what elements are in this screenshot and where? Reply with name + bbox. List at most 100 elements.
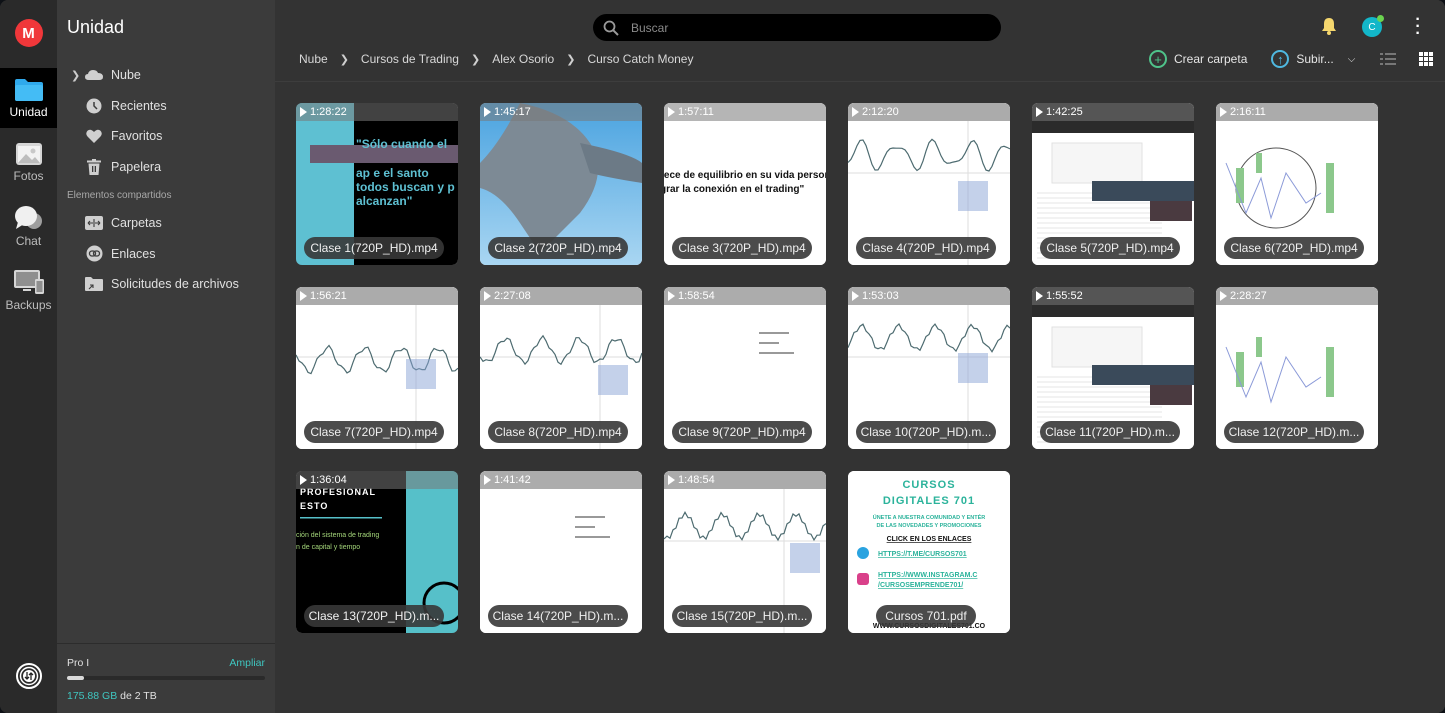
play-icon	[1220, 107, 1227, 117]
svg-text:rece de equilibrio en su vida: rece de equilibrio en su vida person	[664, 170, 826, 181]
file-card[interactable]: 1:48:54 Clase 15(720P_HD).m...	[664, 471, 826, 633]
clock-icon	[86, 98, 102, 114]
file-card[interactable]: CURSOS DIGITALES 701 ÚNETE A NUESTRA COM…	[848, 471, 1010, 633]
file-card[interactable]: 1:55:52 Clase 11(720P_HD).m...	[1032, 287, 1194, 449]
file-card[interactable]: "Sólo cuando el ap e el santo todos busc…	[296, 103, 458, 265]
file-card[interactable]: 2:12:20 Clase 4(720P_HD).mp4	[848, 103, 1010, 265]
file-name: Clase 14(720P_HD).m...	[488, 605, 628, 627]
duration-text: 1:45:17	[494, 106, 531, 118]
rail-item-fotos[interactable]: Fotos	[0, 132, 57, 192]
video-duration: 2:12:20	[848, 103, 1010, 121]
file-name: Clase 12(720P_HD).m...	[1224, 421, 1364, 443]
file-card[interactable]: 2:28:27 Clase 12(720P_HD).m...	[1216, 287, 1378, 449]
file-name: Clase 8(720P_HD).mp4	[488, 421, 628, 443]
svg-text:todos buscan y p: todos buscan y p	[356, 180, 455, 194]
file-card[interactable]: PROFESIONAL ESTO ción del sistema de tra…	[296, 471, 458, 633]
upload-label: Subir...	[1296, 52, 1334, 66]
chevron-down-icon[interactable]: ⌵	[1348, 54, 1356, 65]
app-window: M Unidad Fotos Chat Backups Unidad ❯ Nub	[0, 0, 1445, 713]
more-options-icon[interactable]: · · ·	[1413, 12, 1423, 42]
duration-text: 2:16:11	[1230, 106, 1266, 118]
svg-text:grar la conexión en el trading: grar la conexión en el trading"	[664, 184, 804, 195]
shared-section-heading: Elementos compartidos	[67, 189, 172, 201]
view-toggle	[1380, 52, 1434, 66]
video-duration: 1:48:54	[664, 471, 826, 489]
search-icon	[603, 20, 619, 36]
sidebar-item-label: Recientes	[111, 98, 167, 113]
svg-text:ÚNETE A NUESTRA COMUNIDAD Y EN: ÚNETE A NUESTRA COMUNIDAD Y ENTÉR	[873, 513, 986, 521]
breadcrumb-item[interactable]: Nube	[299, 52, 328, 66]
grid-view-icon[interactable]	[1418, 52, 1434, 66]
file-card[interactable]: 1:56:21 Clase 7(720P_HD).mp4	[296, 287, 458, 449]
file-card[interactable]: rece de equilibrio en su vida person gra…	[664, 103, 826, 265]
upload-button[interactable]: ↑ Subir...	[1271, 50, 1334, 68]
chevron-right-icon: ❯	[566, 53, 576, 66]
video-duration: 1:58:54	[664, 287, 826, 305]
file-card[interactable]: 1:58:54 Clase 9(720P_HD).mp4	[664, 287, 826, 449]
file-card[interactable]: 1:42:25 Clase 5(720P_HD).mp4	[1032, 103, 1194, 265]
file-name: Clase 3(720P_HD).mp4	[672, 237, 812, 259]
sidebar-item-enlaces[interactable]: Enlaces	[57, 239, 275, 270]
play-icon	[484, 291, 491, 301]
breadcrumb-item[interactable]: Cursos de Trading	[361, 52, 459, 66]
video-duration: 1:55:52	[1032, 287, 1194, 305]
folder-icon	[14, 78, 43, 101]
search-input[interactable]	[631, 20, 971, 35]
play-icon	[1220, 291, 1227, 301]
svg-text:DE LAS NOVEDADES Y PROMOCIONES: DE LAS NOVEDADES Y PROMOCIONES	[877, 523, 982, 529]
svg-text:n de capital y tiempo: n de capital y tiempo	[296, 544, 360, 551]
storage-panel: Pro I Ampliar 175.88 GB de 2 TB	[57, 643, 275, 713]
sidebar-item-carpetas[interactable]: Carpetas	[57, 208, 275, 239]
list-view-icon[interactable]	[1380, 53, 1396, 65]
breadcrumb-item[interactable]: Alex Osorio	[492, 52, 554, 66]
file-name: Clase 4(720P_HD).mp4	[856, 237, 996, 259]
mega-logo[interactable]: M	[14, 19, 43, 47]
sidebar-item-papelera[interactable]: Papelera	[57, 152, 275, 183]
create-folder-button[interactable]: + Crear carpeta	[1149, 50, 1247, 68]
play-icon	[484, 475, 491, 485]
file-name: Clase 11(720P_HD).m...	[1040, 421, 1180, 443]
header-divider	[275, 81, 1445, 82]
breadcrumb-current[interactable]: Curso Catch Money	[587, 52, 693, 66]
sidebar-item-solicitudes[interactable]: Solicitudes de archivos	[57, 269, 275, 300]
user-avatar[interactable]: C	[1362, 15, 1384, 37]
search-bar[interactable]	[593, 14, 1001, 41]
file-name: Cursos 701.pdf	[876, 605, 976, 627]
rail-item-chat[interactable]: Chat	[0, 196, 57, 256]
file-card[interactable]: 2:16:11 Clase 6(720P_HD).mp4	[1216, 103, 1378, 265]
video-duration: 2:16:11	[1216, 103, 1378, 121]
upgrade-link[interactable]: Ampliar	[229, 657, 265, 669]
video-duration: 1:41:42	[480, 471, 642, 489]
sidebar-item-nube[interactable]: ❯ Nube	[57, 60, 275, 91]
file-card[interactable]: 1:45:17 Clase 2(720P_HD).mp4	[480, 103, 642, 265]
sidebar-item-label: Favoritos	[111, 129, 163, 144]
rail-label: Backups	[5, 297, 52, 312]
rail-item-unidad[interactable]: Unidad	[0, 68, 57, 128]
video-duration: 1:28:22	[296, 103, 458, 121]
chevron-right-icon[interactable]: ❯	[71, 69, 80, 82]
chevron-right-icon: ❯	[470, 53, 481, 66]
sidebar-item-recientes[interactable]: Recientes	[57, 91, 275, 122]
transfer-manager-button[interactable]	[0, 663, 57, 689]
play-icon	[668, 475, 675, 485]
shared-folder-icon	[85, 216, 103, 231]
rail-item-backups[interactable]: Backups	[0, 260, 57, 320]
rail-label: Unidad	[9, 104, 48, 119]
rail-label: Chat	[15, 233, 42, 248]
duration-text: 2:28:27	[1230, 290, 1267, 302]
svg-text:HTTPS://T.ME/CURSOS701: HTTPS://T.ME/CURSOS701	[878, 551, 967, 558]
sidebar-item-favoritos[interactable]: Favoritos	[57, 121, 275, 152]
svg-text:CLICK EN LOS ENLACES: CLICK EN LOS ENLACES	[887, 536, 972, 543]
svg-text:ESTO: ESTO	[300, 501, 328, 511]
file-card[interactable]: 1:41:42 Clase 14(720P_HD).m...	[480, 471, 642, 633]
svg-text:DIGITALES 701: DIGITALES 701	[883, 495, 975, 507]
play-icon	[1036, 107, 1043, 117]
svg-text:alcanzan": alcanzan"	[356, 194, 412, 208]
svg-text:HTTPS://WWW.INSTAGRAM.C: HTTPS://WWW.INSTAGRAM.C	[878, 572, 977, 579]
file-name: Clase 15(720P_HD).m...	[672, 605, 812, 627]
play-icon	[852, 107, 859, 117]
trash-icon	[87, 158, 101, 175]
notifications-button[interactable]	[1320, 17, 1338, 40]
file-card[interactable]: 1:53:03 Clase 10(720P_HD).m...	[848, 287, 1010, 449]
file-card[interactable]: 2:27:08 Clase 8(720P_HD).mp4	[480, 287, 642, 449]
